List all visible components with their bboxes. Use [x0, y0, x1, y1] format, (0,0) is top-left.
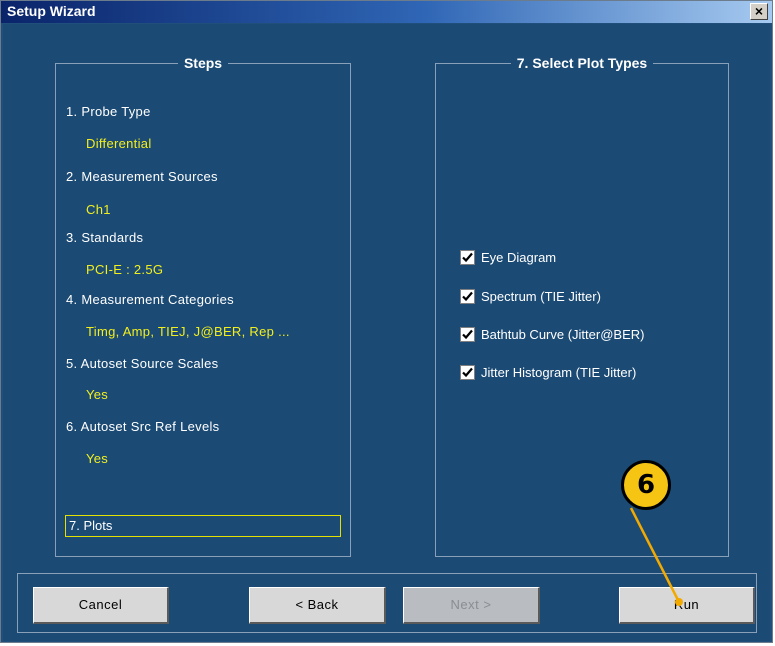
step-2-label[interactable]: 2. Measurement Sources — [66, 169, 218, 184]
bathtub-curve-label: Bathtub Curve (Jitter@BER) — [481, 327, 645, 342]
step-4-value: Timg, Amp, TIEJ, J@BER, Rep ... — [86, 324, 290, 339]
next-button: Next > — [403, 587, 540, 624]
spectrum-checkbox[interactable] — [460, 289, 475, 304]
run-button[interactable]: Run — [619, 587, 755, 624]
title-bar: Setup Wizard × — [1, 1, 772, 23]
step-3-label[interactable]: 3. Standards — [66, 230, 143, 245]
bathtub-curve-option[interactable]: Bathtub Curve (Jitter@BER) — [460, 327, 644, 342]
close-button[interactable]: × — [750, 3, 768, 20]
step-2-value: Ch1 — [86, 202, 111, 217]
step-callout-badge: 6 — [621, 460, 671, 510]
plot-types-panel: 7. Select Plot Types Eye Diagram Spectru… — [435, 55, 729, 557]
step-5-label[interactable]: 5. Autoset Source Scales — [66, 356, 218, 371]
step-6-label[interactable]: 6. Autoset Src Ref Levels — [66, 419, 219, 434]
spectrum-label: Spectrum (TIE Jitter) — [481, 289, 601, 304]
cancel-button[interactable]: Cancel — [33, 587, 169, 624]
plot-types-title: 7. Select Plot Types — [510, 55, 654, 71]
step-7-current[interactable]: 7. Plots — [65, 515, 341, 537]
step-1-label[interactable]: 1. Probe Type — [66, 104, 151, 119]
jitter-histogram-checkbox[interactable] — [460, 365, 475, 380]
eye-diagram-option[interactable]: Eye Diagram — [460, 250, 556, 265]
steps-title: Steps — [177, 55, 229, 71]
checkmark-icon — [462, 329, 473, 340]
eye-diagram-checkbox[interactable] — [460, 250, 475, 265]
step-3-value: PCI-E : 2.5G — [86, 262, 164, 277]
eye-diagram-label: Eye Diagram — [481, 250, 557, 265]
step-5-value: Yes — [86, 387, 109, 402]
spectrum-option[interactable]: Spectrum (TIE Jitter) — [460, 289, 601, 304]
steps-panel: Steps 1. Probe Type Differential 2. Meas… — [55, 55, 351, 557]
checkmark-icon — [462, 291, 473, 302]
step-4-label[interactable]: 4. Measurement Categories — [66, 292, 234, 307]
setup-wizard-window: Setup Wizard × Steps 1. Probe Type Diffe… — [0, 0, 773, 643]
jitter-histogram-option[interactable]: Jitter Histogram (TIE Jitter) — [460, 365, 636, 380]
jitter-histogram-label: Jitter Histogram (TIE Jitter) — [481, 365, 637, 380]
window-title: Setup Wizard — [7, 3, 96, 19]
button-bar: Cancel < Back Next > Run — [17, 573, 757, 633]
step-1-value: Differential — [86, 136, 152, 151]
wizard-body: Steps 1. Probe Type Differential 2. Meas… — [3, 24, 770, 641]
step-6-value: Yes — [86, 451, 109, 466]
checkmark-icon — [462, 252, 473, 263]
checkmark-icon — [462, 367, 473, 378]
bathtub-curve-checkbox[interactable] — [460, 327, 475, 342]
back-button[interactable]: < Back — [249, 587, 386, 624]
